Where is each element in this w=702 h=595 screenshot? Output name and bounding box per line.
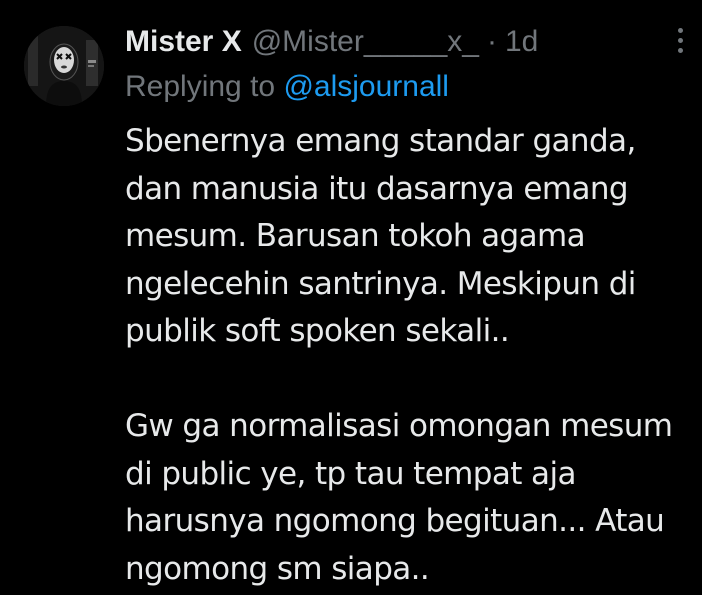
text-line: ngelecehin santrinya. Meskipun di bbox=[125, 265, 636, 302]
avatar-image bbox=[24, 26, 104, 106]
tweet-paragraph-1: Sbenernya emang standar ganda, dan manus… bbox=[125, 118, 695, 356]
text-line: Gw ga normalisasi omongan mesum bbox=[125, 408, 673, 444]
text-line: harusnya ngomong begituan... Atau bbox=[125, 503, 665, 539]
text-line: di public ye, tp tau tempat aja bbox=[125, 455, 576, 492]
text-line: publik soft spoken sekali.. bbox=[125, 313, 510, 349]
text-line: ngomong sm siapa.. bbox=[125, 550, 430, 587]
tweet-text: Sbenernya emang standar ganda, dan manus… bbox=[125, 118, 695, 593]
text-line: mesum. Barusan tokoh agama bbox=[125, 218, 586, 254]
tweet-paragraph-2: Gw ga normalisasi omongan mesum di publi… bbox=[125, 403, 695, 593]
replying-to: Replying to @alsjournall bbox=[125, 70, 449, 104]
tweet-header: Mister X @Mister_____x_ · 1d bbox=[125, 22, 538, 62]
user-handle[interactable]: @Mister_____x_ bbox=[252, 25, 479, 59]
display-name[interactable]: Mister X bbox=[125, 25, 242, 59]
separator-dot: · bbox=[486, 25, 497, 58]
avatar[interactable] bbox=[24, 26, 104, 106]
timestamp[interactable]: 1d bbox=[505, 25, 538, 59]
text-line: Sbenernya emang standar ganda, bbox=[125, 123, 636, 159]
replying-prefix: Replying to bbox=[125, 70, 276, 103]
reply-mention-link[interactable]: @alsjournall bbox=[283, 70, 449, 103]
tweet[interactable]: Mister X @Mister_____x_ · 1d Replying to… bbox=[0, 0, 702, 595]
text-line: dan manusia itu dasarnya emang bbox=[125, 170, 629, 207]
more-vertical-icon[interactable] bbox=[668, 28, 692, 60]
